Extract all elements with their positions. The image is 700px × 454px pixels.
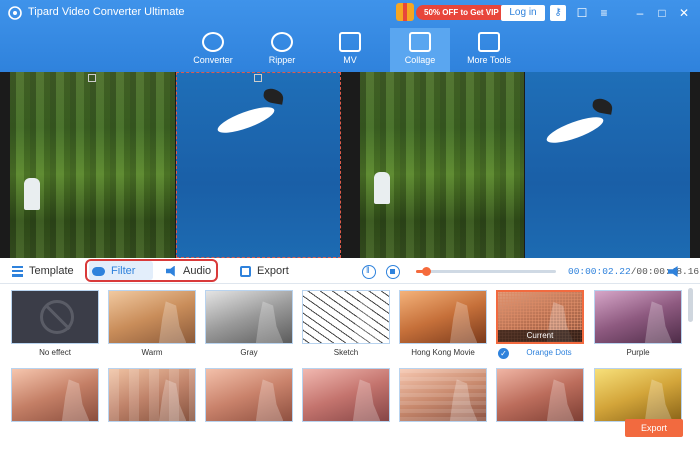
filter-thumb[interactable] (205, 368, 293, 422)
highlight-box (85, 259, 218, 282)
mv-icon (339, 32, 361, 52)
tab-more-tools-label: More Tools (467, 55, 511, 65)
preview-area (0, 72, 700, 258)
filter-thumb[interactable] (594, 368, 682, 422)
tab-collage-label: Collage (404, 55, 436, 65)
cell-marker-icon (254, 74, 262, 82)
cell-marker-icon (88, 74, 96, 82)
people-figure (24, 178, 40, 210)
preview-cell-bird (525, 72, 690, 258)
selected-cell-outline (176, 72, 341, 258)
promo-banner[interactable]: 50% OFF to Get VIP (396, 3, 507, 21)
filter-no-effect[interactable] (11, 290, 99, 344)
key-icon[interactable]: ⚷ (550, 5, 566, 21)
filter-label: Sketch (333, 348, 359, 357)
minimize-icon[interactable]: – (632, 5, 648, 21)
stop-button[interactable] (386, 265, 400, 279)
app-logo-icon (8, 6, 22, 20)
filter-label: Orange Dots (526, 348, 572, 357)
people-figure (374, 172, 390, 204)
login-button[interactable]: Log in (501, 5, 545, 21)
collage-cell-forest[interactable] (10, 72, 175, 258)
bird-figure (544, 112, 606, 148)
export-button[interactable]: Export (625, 419, 683, 437)
filter-label: No effect (39, 348, 71, 357)
timecode: 00:00:02.22/00:00:48.16 (568, 266, 699, 277)
filter-label: Purple (626, 348, 650, 357)
filter-thumb[interactable] (496, 368, 584, 422)
tab-export-label: Export (257, 265, 289, 277)
tab-collage[interactable]: Collage (390, 28, 450, 72)
tab-mv[interactable]: MV (320, 28, 380, 72)
no-effect-icon (40, 300, 74, 334)
total-time: /00:00:48.16 (630, 266, 700, 277)
current-badge: Current (498, 330, 582, 342)
tab-ripper[interactable]: Ripper (252, 28, 312, 72)
progress-knob[interactable] (421, 267, 431, 276)
filter-label: Hong Kong Movie (411, 348, 475, 357)
filter-orange-dots[interactable]: Current (496, 290, 584, 344)
promo-label[interactable]: 50% OFF to Get VIP (416, 4, 507, 20)
filter-sketch[interactable] (302, 290, 390, 344)
tab-template[interactable]: Template (12, 263, 74, 279)
filter-label: Warm (141, 348, 163, 357)
chat-icon[interactable]: ☐ (574, 5, 590, 21)
filter-thumb[interactable] (108, 368, 196, 422)
main-nav: Converter Ripper MV Collage More Tools (0, 28, 700, 72)
gift-icon (396, 3, 414, 21)
filter-panel: No effect Warm Gray Sketch Hong Kong Mov… (0, 284, 700, 454)
tab-bar: Template Filter Audio Export 00:00:02.22… (0, 258, 700, 284)
menu-icon[interactable]: ≡ (596, 5, 612, 21)
title-bar: Tipard Video Converter Ultimate 50% OFF … (0, 0, 700, 72)
close-icon[interactable]: ✕ (676, 5, 692, 21)
filter-purple[interactable] (594, 290, 682, 344)
preview-cell-forest (360, 72, 524, 258)
tab-converter-label: Converter (193, 55, 233, 65)
tab-converter[interactable]: Converter (183, 28, 243, 72)
tab-more-tools[interactable]: More Tools (458, 28, 520, 72)
filter-gray[interactable] (205, 290, 293, 344)
collage-icon (409, 32, 431, 52)
ripper-icon (271, 32, 293, 52)
pause-button[interactable] (362, 265, 376, 279)
filter-thumb[interactable] (399, 368, 487, 422)
tab-ripper-label: Ripper (268, 55, 296, 65)
tab-export[interactable]: Export (240, 263, 289, 279)
converter-icon (202, 32, 224, 52)
filter-hong-kong-movie[interactable] (399, 290, 487, 344)
app-title: Tipard Video Converter Ultimate (28, 6, 185, 18)
tab-mv-label: MV (343, 55, 357, 65)
filter-warm[interactable] (108, 290, 196, 344)
template-icon (12, 265, 23, 277)
filter-thumb[interactable] (302, 368, 390, 422)
maximize-icon[interactable]: □ (654, 5, 670, 21)
export-icon (240, 265, 251, 277)
filter-thumb[interactable] (11, 368, 99, 422)
progress-slider[interactable] (416, 267, 556, 276)
filter-scrollbar[interactable] (688, 288, 693, 322)
toolbox-icon (478, 32, 500, 52)
filter-label: Gray (240, 348, 258, 357)
tab-template-label: Template (29, 265, 74, 277)
current-time: 00:00:02.22 (568, 266, 631, 277)
